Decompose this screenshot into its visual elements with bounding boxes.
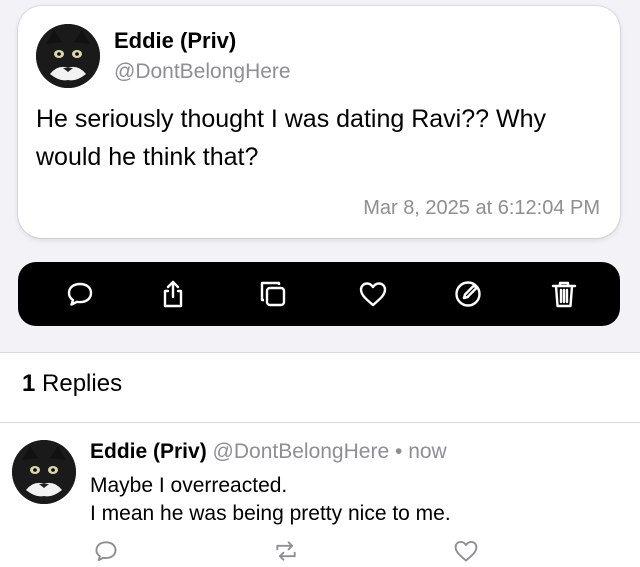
replies-label: Replies bbox=[42, 370, 123, 397]
action-toolbar bbox=[18, 262, 620, 326]
heart-icon[interactable] bbox=[355, 276, 391, 312]
heart-icon[interactable] bbox=[450, 535, 482, 567]
comment-icon[interactable] bbox=[90, 535, 122, 567]
reply-header: Eddie (Priv) @DontBelongHere • now bbox=[90, 440, 447, 464]
divider bbox=[0, 352, 640, 353]
divider bbox=[0, 422, 640, 423]
edit-icon[interactable] bbox=[450, 276, 486, 312]
replies-count: 1 Replies bbox=[22, 370, 122, 398]
author-handle[interactable]: @DontBelongHere bbox=[114, 60, 291, 84]
reply-time: now bbox=[408, 440, 447, 463]
avatar[interactable] bbox=[12, 440, 76, 504]
trash-icon[interactable] bbox=[546, 276, 582, 312]
comment-icon[interactable] bbox=[62, 276, 98, 312]
post-text: He seriously thought I was dating Ravi??… bbox=[36, 105, 546, 171]
repost-icon[interactable] bbox=[270, 535, 302, 567]
author-name[interactable]: Eddie (Priv) bbox=[114, 28, 236, 54]
post-timestamp: Mar 8, 2025 at 6:12:04 PM bbox=[363, 197, 600, 219]
separator-dot: • bbox=[394, 440, 403, 463]
reply-text: Maybe I overreacted. I mean he was being… bbox=[90, 474, 451, 525]
post-card: Eddie (Priv) @DontBelongHere He seriousl… bbox=[18, 6, 620, 238]
reply-author-handle[interactable]: @DontBelongHere bbox=[213, 440, 390, 463]
share-icon[interactable] bbox=[155, 276, 191, 312]
reply-author-name[interactable]: Eddie (Priv) bbox=[90, 440, 207, 463]
copy-icon[interactable] bbox=[255, 276, 291, 312]
avatar[interactable] bbox=[36, 24, 100, 88]
replies-number: 1 bbox=[22, 370, 36, 397]
